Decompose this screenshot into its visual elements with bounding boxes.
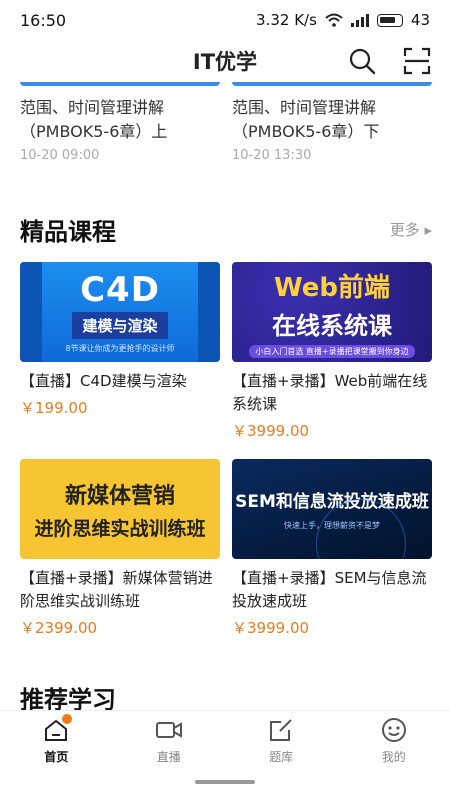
featured-section-header: 精品课程 更多 ▸ (20, 212, 432, 247)
course-title: 【直播+录播】SEM与信息流投放速成班 (232, 569, 427, 610)
search-icon[interactable] (348, 47, 376, 75)
course-price: ￥199.00 (20, 399, 88, 417)
home-indicator[interactable] (195, 780, 255, 784)
tab-live[interactable]: 直播 (113, 711, 226, 770)
thumb-caption: 小白入门首选 直播+录播把课堂搬到你身边 (249, 344, 415, 358)
thumb-subtitle: 建模与渲染 (72, 312, 168, 339)
section-title: 精品课程 (20, 218, 116, 246)
course-title: 【直播+录播】Web前端在线系统课 (232, 372, 428, 413)
course-thumbnail[interactable]: C4D 建模与渲染 8节课让你成为更抢手的设计师 (20, 262, 220, 362)
curtain-decoration (198, 262, 220, 362)
course-title: 【直播+录播】新媒体营销进阶思维实战训练班 (20, 569, 213, 610)
previous-item-card[interactable]: 范围、时间管理讲解（PMBOK5-6章）上 10-20 09:00 (20, 82, 220, 163)
thumb-headline: C4D (80, 270, 160, 310)
battery-icon (376, 13, 403, 27)
tab-label: 题库 (269, 750, 294, 764)
course-thumbnail[interactable]: SEM和信息流投放速成班 快速上手，理想薪资不是梦 (232, 459, 432, 559)
thumb-headline: Web前端 (274, 272, 390, 303)
tab-label: 首页 (44, 750, 69, 764)
profile-icon (380, 716, 408, 744)
app-title: IT优学 (192, 50, 258, 74)
previous-item-time: 10-20 13:30 (232, 148, 312, 163)
card-image-edge (232, 82, 432, 86)
curtain-decoration (20, 262, 42, 362)
previous-item-card[interactable]: 范围、时间管理讲解（PMBOK5-6章）下 10-20 13:30 (232, 82, 432, 163)
thumb-subtitle: 在线系统课 (272, 311, 392, 340)
wifi-icon (325, 13, 343, 27)
course-price: ￥2399.00 (20, 619, 98, 637)
bottom-tab-bar: 首页 直播 题库 我的 (0, 710, 450, 770)
tab-question-bank[interactable]: 题库 (225, 711, 338, 770)
course-title: 【直播】C4D建模与渲染 (20, 372, 187, 390)
recommend-section-title: 推荐学习 (20, 686, 116, 710)
app-bar: IT优学 (0, 40, 450, 82)
course-thumbnail[interactable]: Web前端 在线系统课 小白入门首选 直播+录播把课堂搬到你身边 (232, 262, 432, 362)
course-price: ￥3999.00 (232, 619, 310, 637)
thumb-subtitle: 进阶思维实战训练班 (34, 517, 206, 540)
course-card[interactable]: 新媒体营销 进阶思维实战训练班 【直播+录播】新媒体营销进阶思维实战训练班 ￥2… (20, 459, 220, 638)
more-link[interactable]: 更多 ▸ (390, 219, 432, 240)
status-bar: 16:50 3.32 K/s 43 (0, 0, 450, 40)
previous-items: 范围、时间管理讲解（PMBOK5-6章）上 10-20 09:00 范围、时间管… (0, 82, 450, 182)
tab-profile[interactable]: 我的 (338, 711, 450, 770)
home-icon (42, 714, 73, 744)
tab-home[interactable]: 首页 (0, 711, 113, 770)
course-price: ￥3999.00 (232, 422, 310, 440)
tab-label: 直播 (156, 750, 181, 764)
network-speed: 3.32 K/s (256, 11, 317, 29)
course-card[interactable]: SEM和信息流投放速成班 快速上手，理想薪资不是梦 【直播+录播】SEM与信息流… (232, 459, 432, 638)
card-image-edge (20, 82, 220, 86)
course-card[interactable]: C4D 建模与渲染 8节课让你成为更抢手的设计师 【直播】C4D建模与渲染 ￥1… (20, 262, 220, 418)
scan-icon[interactable] (402, 46, 432, 76)
notification-dot (62, 714, 73, 724)
previous-item-title: 范围、时间管理讲解（PMBOK5-6章）下 (232, 98, 380, 141)
course-card[interactable]: Web前端 在线系统课 小白入门首选 直播+录播把课堂搬到你身边 【直播+录播】… (232, 262, 432, 441)
thumb-headline: 新媒体营销 (64, 483, 175, 509)
course-thumbnail[interactable]: 新媒体营销 进阶思维实战训练班 (20, 459, 220, 559)
status-indicators: 3.32 K/s 43 (256, 11, 430, 29)
signal-icon (350, 13, 369, 27)
previous-item-time: 10-20 09:00 (20, 148, 100, 163)
video-icon (155, 716, 183, 744)
tab-label: 我的 (381, 750, 406, 764)
thumb-caption: 8节课让你成为更抢手的设计师 (65, 344, 175, 353)
battery-level: 43 (410, 11, 430, 29)
edit-icon (267, 716, 295, 744)
previous-item-title: 范围、时间管理讲解（PMBOK5-6章）上 (20, 98, 168, 141)
main-content[interactable]: 范围、时间管理讲解（PMBOK5-6章）上 10-20 09:00 范围、时间管… (0, 82, 450, 710)
status-time: 16:50 (20, 10, 67, 30)
